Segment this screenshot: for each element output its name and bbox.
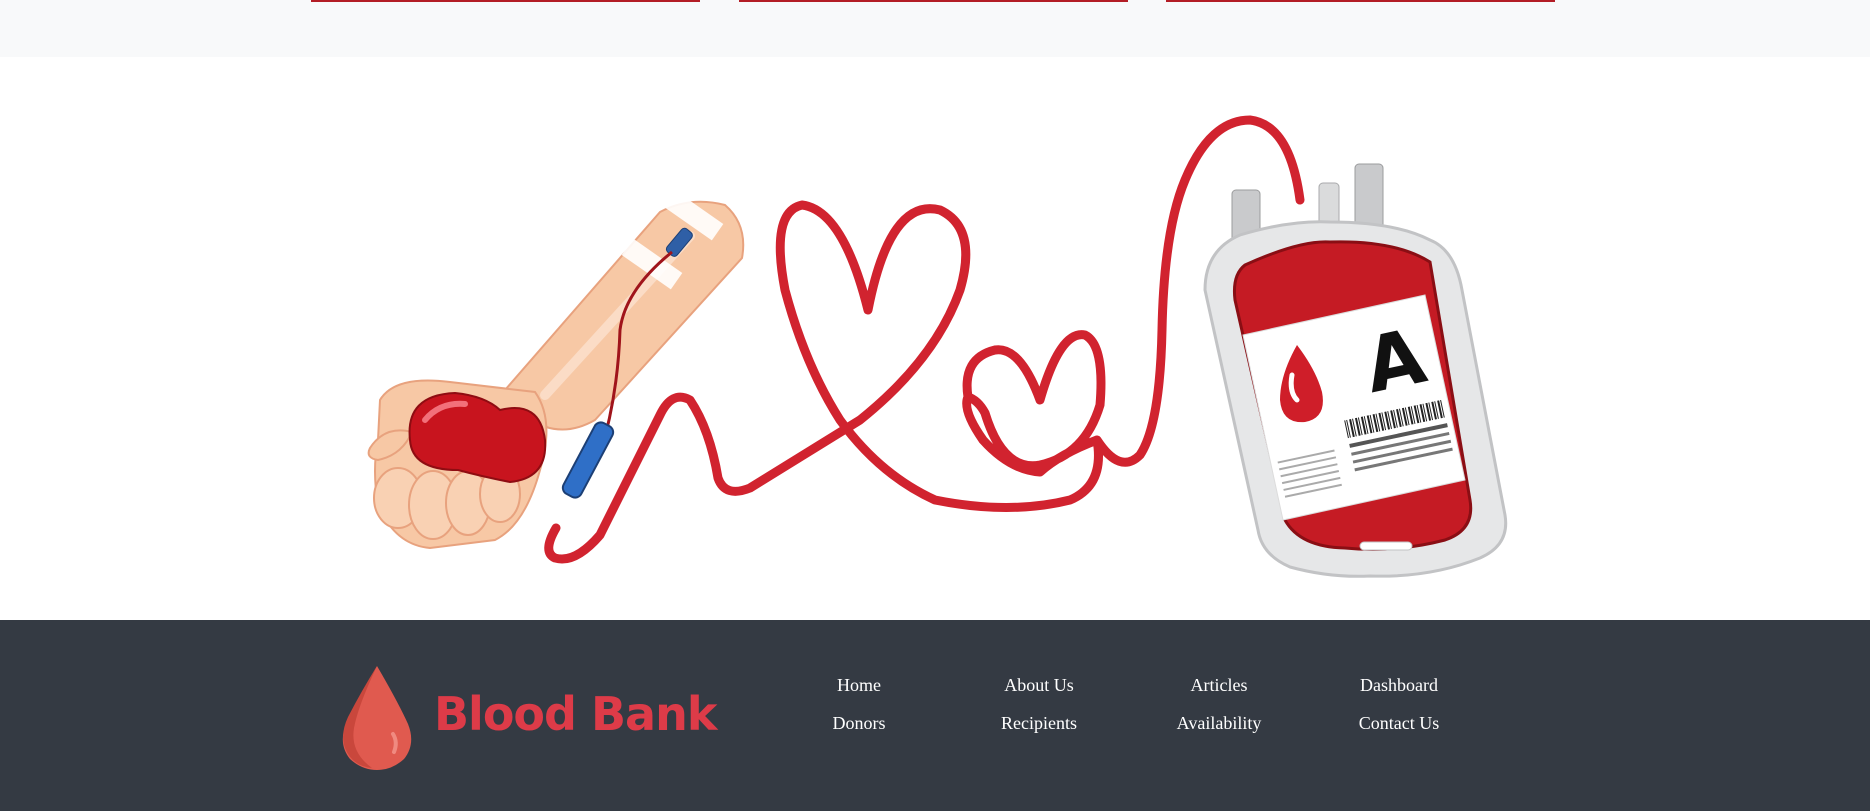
footer-link-recipients[interactable]: Recipients <box>949 704 1129 742</box>
footer-link-articles[interactable]: Articles <box>1129 666 1309 704</box>
hero-section: A <box>0 57 1870 620</box>
blood-drop-icon <box>342 666 412 770</box>
footer-link-dashboard[interactable]: Dashboard <box>1309 666 1489 704</box>
footer-link-home[interactable]: Home <box>769 666 949 704</box>
card-bottom-border-1 <box>311 0 700 2</box>
brand-name: Blood Bank <box>434 687 717 741</box>
donor-hand <box>367 379 548 550</box>
tube-connector <box>561 421 615 499</box>
footer-brand[interactable]: Blood Bank <box>338 662 717 772</box>
blood-donation-illustration: A <box>367 115 1508 578</box>
footer-link-contact-us[interactable]: Contact Us <box>1309 704 1489 742</box>
footer-link-about-us[interactable]: About Us <box>949 666 1129 704</box>
card-bottom-border-3 <box>1166 0 1555 2</box>
top-section-strip <box>0 0 1870 57</box>
footer-nav: Home About Us Articles Dashboard Donors … <box>769 666 1489 746</box>
card-bottom-border-2 <box>739 0 1128 2</box>
site-footer: Blood Bank Home About Us Articles Dashbo… <box>0 620 1870 811</box>
footer-link-donors[interactable]: Donors <box>769 704 949 742</box>
blood-bag: A <box>1203 163 1508 578</box>
footer-link-availability[interactable]: Availability <box>1129 704 1309 742</box>
